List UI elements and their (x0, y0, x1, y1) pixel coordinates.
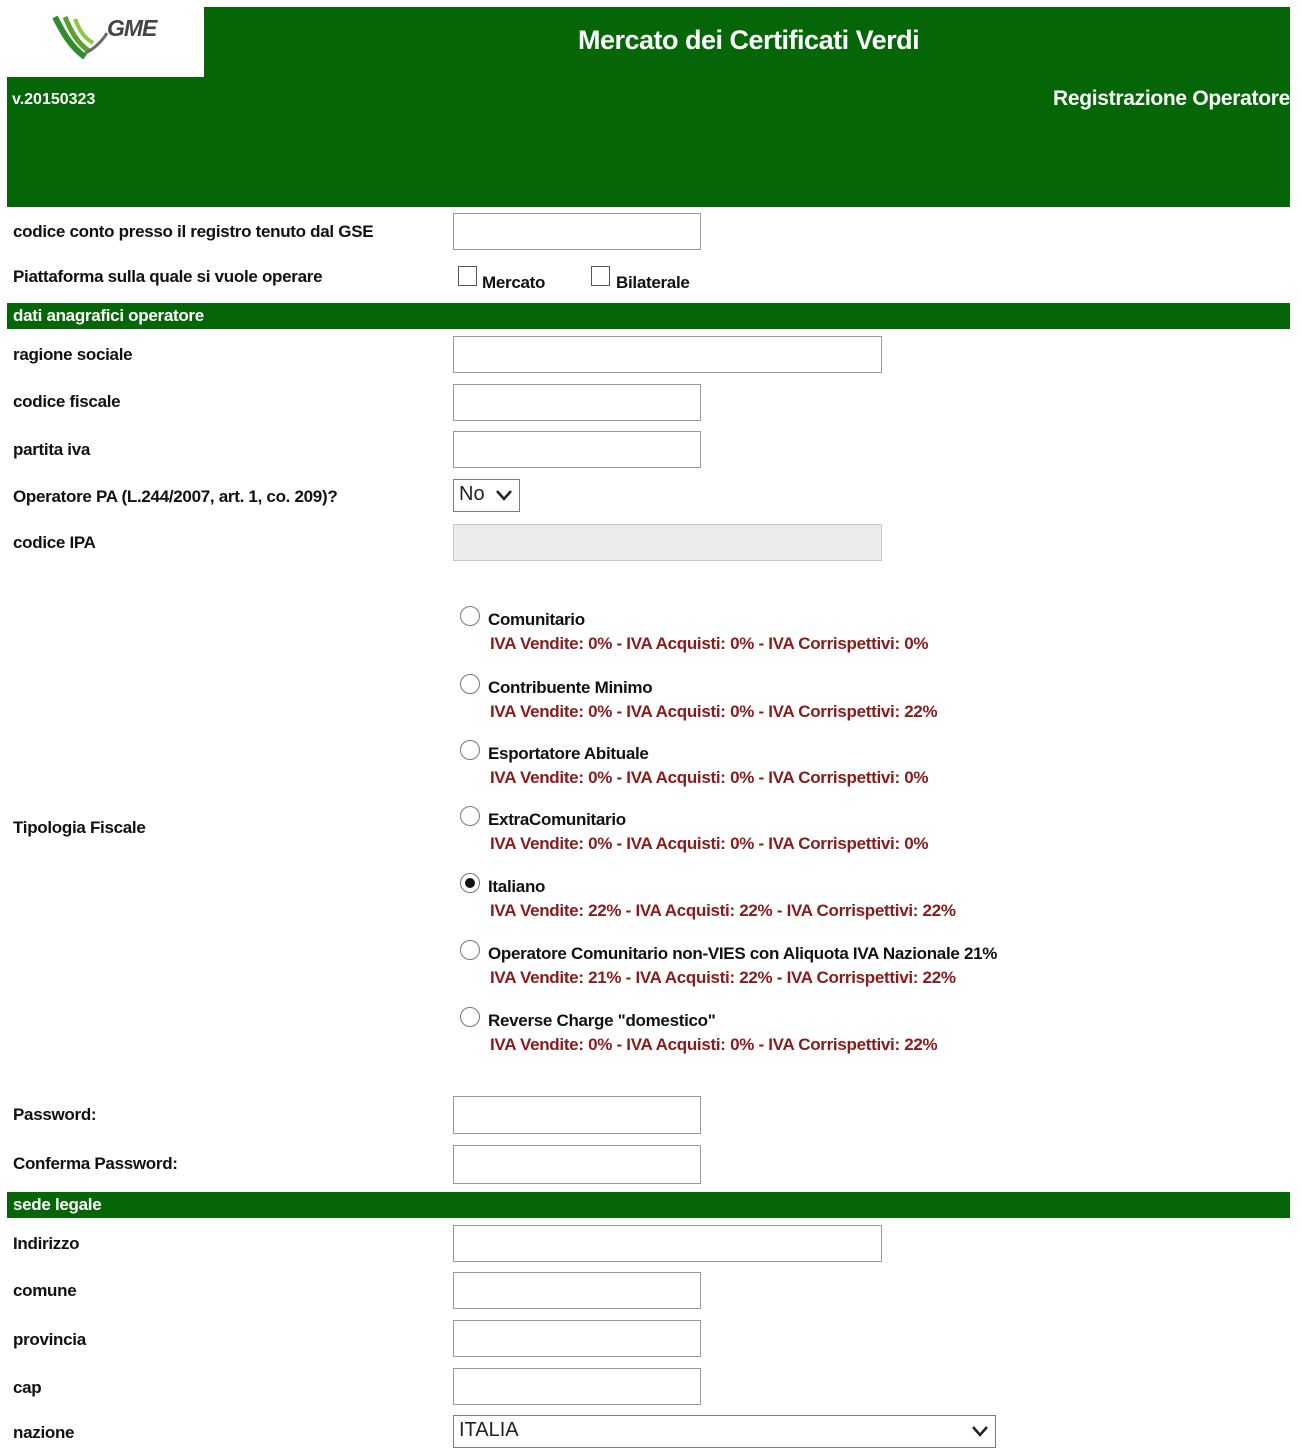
app-title: Mercato dei Certificati Verdi (578, 25, 920, 55)
iva-note: IVA Vendite: 0% - IVA Acquisti: 0% - IVA… (490, 702, 938, 721)
radio-option-italiano[interactable]: Italiano IVA Vendite: 22% - IVA Acquisti… (460, 873, 1060, 933)
tipologia-fiscale-label: Tipologia Fiscale (13, 818, 146, 837)
radio-label: ExtraComunitario (488, 810, 626, 829)
partita-iva-input[interactable] (453, 431, 701, 468)
iva-note: IVA Vendite: 0% - IVA Acquisti: 0% - IVA… (490, 834, 929, 853)
radio-button[interactable] (460, 806, 480, 826)
conferma-password-input[interactable] (453, 1145, 701, 1184)
iva-note: IVA Vendite: 22% - IVA Acquisti: 22% - I… (490, 901, 956, 920)
indirizzo-input[interactable] (453, 1225, 882, 1262)
section-sede-header: sede legale (7, 1192, 1290, 1218)
gme-logo: GME (7, 7, 204, 77)
version-label: v.20150323 (12, 91, 96, 108)
radio-button[interactable] (460, 674, 480, 694)
cap-input[interactable] (453, 1368, 701, 1405)
codice-ipa-label: codice IPA (13, 533, 96, 552)
operatore-pa-label: Operatore PA (L.244/2007, art. 1, co. 20… (13, 487, 338, 506)
radio-button-selected[interactable] (460, 873, 480, 893)
codice-fiscale-label: codice fiscale (13, 392, 121, 411)
radio-label: Contribuente Minimo (488, 678, 653, 697)
chevron-down-icon (496, 490, 512, 501)
iva-note: IVA Vendite: 21% - IVA Acquisti: 22% - I… (490, 968, 956, 987)
conferma-password-label: Conferma Password: (13, 1154, 178, 1173)
partita-iva-label: partita iva (13, 440, 91, 459)
iva-note: IVA Vendite: 0% - IVA Acquisti: 0% - IVA… (490, 634, 929, 653)
app-header: GME Mercato dei Certificati Verdi v.2015… (7, 7, 1290, 207)
radio-button[interactable] (460, 740, 480, 760)
radio-option-extracomunitario[interactable]: ExtraComunitario IVA Vendite: 0% - IVA A… (460, 806, 1060, 866)
indirizzo-label: Indirizzo (13, 1234, 80, 1253)
operatore-pa-select[interactable]: No (453, 479, 520, 512)
iva-note: IVA Vendite: 0% - IVA Acquisti: 0% - IVA… (490, 768, 929, 787)
radio-label: Comunitario (488, 610, 585, 629)
codice-ipa-input (453, 524, 882, 561)
provincia-label: provincia (13, 1330, 86, 1349)
ragione-sociale-label: ragione sociale (13, 345, 133, 364)
radio-label: Italiano (488, 877, 546, 896)
page-title: Registrazione Operatore (1053, 87, 1290, 110)
codice-conto-label: codice conto presso il registro tenuto d… (13, 222, 374, 241)
codice-fiscale-input[interactable] (453, 384, 701, 421)
radio-label: Operatore Comunitario non-VIES con Aliqu… (488, 944, 998, 963)
nazione-select[interactable]: ITALIA (453, 1415, 996, 1448)
piattaforma-label: Piattaforma sulla quale si vuole operare (13, 267, 323, 286)
iva-note: IVA Vendite: 0% - IVA Acquisti: 0% - IVA… (490, 1035, 938, 1054)
codice-conto-input[interactable] (453, 213, 701, 250)
bilaterale-checkbox-label: Bilaterale (616, 273, 690, 292)
comune-label: comune (13, 1281, 77, 1300)
radio-option-contribuente-minimo[interactable]: Contribuente Minimo IVA Vendite: 0% - IV… (460, 674, 1060, 734)
password-label: Password: (13, 1105, 97, 1124)
cap-label: cap (13, 1378, 42, 1397)
section-anagrafica-header: dati anagrafici operatore (7, 303, 1290, 329)
radio-option-comunitario[interactable]: Comunitario IVA Vendite: 0% - IVA Acquis… (460, 606, 1060, 666)
radio-button[interactable] (460, 606, 480, 626)
radio-button[interactable] (460, 1007, 480, 1027)
ragione-sociale-input[interactable] (453, 336, 882, 373)
mercato-checkbox-label: Mercato (482, 273, 546, 292)
radio-label: Esportatore Abituale (488, 744, 649, 763)
provincia-input[interactable] (453, 1320, 701, 1357)
password-input[interactable] (453, 1096, 701, 1134)
radio-option-reverse-charge[interactable]: Reverse Charge "domestico" IVA Vendite: … (460, 1007, 1060, 1067)
radio-option-comunitario-non-vies[interactable]: Operatore Comunitario non-VIES con Aliqu… (460, 940, 1060, 1000)
bilaterale-checkbox[interactable] (591, 266, 610, 286)
chevron-down-icon (972, 1426, 988, 1437)
radio-label: Reverse Charge "domestico" (488, 1011, 716, 1030)
nazione-value: ITALIA (459, 1419, 519, 1441)
comune-input[interactable] (453, 1272, 701, 1309)
nazione-label: nazione (13, 1423, 75, 1442)
logo-text: GME (107, 15, 157, 41)
mercato-checkbox[interactable] (458, 266, 477, 286)
operatore-pa-value: No (459, 483, 485, 505)
radio-button[interactable] (460, 940, 480, 960)
gme-logo-icon (52, 15, 109, 60)
radio-option-esportatore-abituale[interactable]: Esportatore Abituale IVA Vendite: 0% - I… (460, 740, 1060, 800)
